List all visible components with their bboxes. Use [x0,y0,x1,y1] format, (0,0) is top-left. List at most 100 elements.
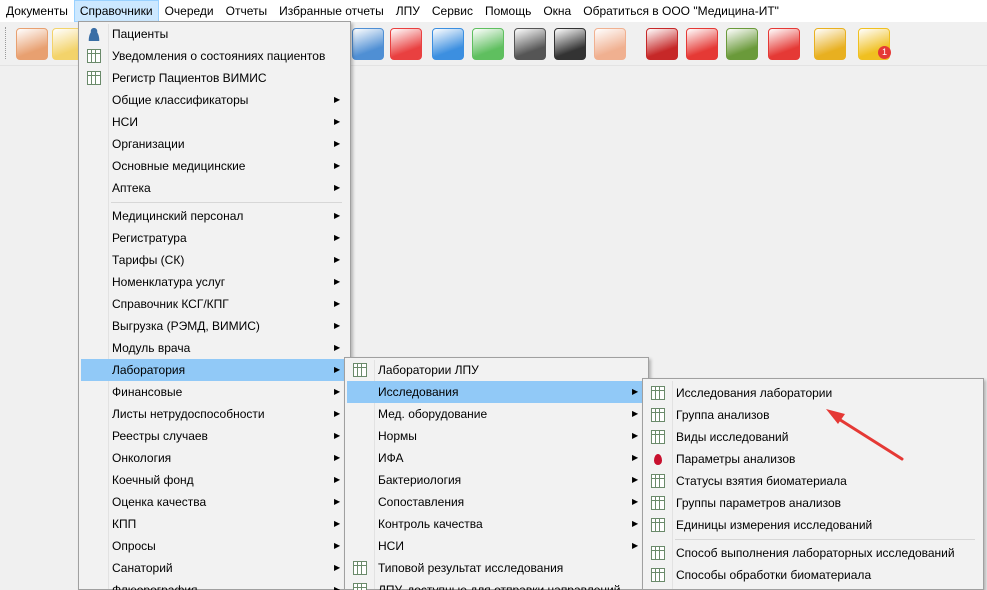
menu-item-кпп[interactable]: КПП ▶ [81,513,348,535]
menu-item-единицы-измерения-исследований[interactable]: Единицы измерения исследований [645,514,981,536]
menu-item-контроль-качества[interactable]: Контроль качества ▶ [347,513,646,535]
barcode-icon[interactable] [514,28,546,60]
menu-item-типовой-результат-исследования[interactable]: Типовой результат исследования [347,557,646,579]
menu-item-опросы[interactable]: Опросы ▶ [81,535,348,557]
menu-item-регистратура[interactable]: Регистратура ▶ [81,227,348,249]
menu-item-label: Способ выполнения лабораторных исследова… [676,546,955,560]
grid-icon [353,363,367,377]
menu-item-label: Способы обработки биоматериала [676,568,872,582]
chat-notification-icon[interactable]: 1 [858,28,891,60]
menu-item-онкология[interactable]: Онкология ▶ [81,447,348,469]
menu-item-лаборатория[interactable]: Лаборатория ▶ [81,359,348,381]
menu-item-label: Регистратура [112,231,187,245]
menubar-item-4[interactable]: Избранные отчеты [273,0,390,22]
menubar-item-9[interactable]: Обратиться в ООО "Медицина-ИТ" [577,0,785,22]
menubar-item-0[interactable]: Документы [0,0,74,22]
menubar-item-7[interactable]: Помощь [479,0,537,22]
menu-item-аптека[interactable]: Аптека ▶ [81,177,348,199]
menu-item-листы-нетрудоспособности[interactable]: Листы нетрудоспособности ▶ [81,403,348,425]
menu-item-уведомления-о-состояниях-пациентов[interactable]: Уведомления о состояниях пациентов [81,45,348,67]
menu-item-исследования-лаборатории[interactable]: Исследования лаборатории [645,382,981,404]
menu-item-нси[interactable]: НСИ ▶ [81,111,348,133]
menu-item-сопоставления[interactable]: Сопоставления ▶ [347,491,646,513]
doctor-icon[interactable] [16,28,48,60]
submenu-arrow-icon: ▶ [632,497,639,506]
grid-icon [353,561,367,575]
pills-icon[interactable] [472,28,504,60]
menu-item-лаборатории-лпу[interactable]: Лаборатории ЛПУ [347,359,646,381]
submenu-arrow-icon: ▶ [334,563,341,572]
submenu-arrow-icon: ▶ [632,519,639,528]
toolbar-grip[interactable] [5,27,8,59]
submenu-arrow-icon: ▶ [632,431,639,440]
menu-item-санаторий[interactable]: Санаторий ▶ [81,557,348,579]
apps-grid-icon[interactable] [768,28,800,60]
menubar-item-3[interactable]: Отчеты [220,0,273,22]
menu-item-label: Исследования лаборатории [676,386,833,400]
menu-item-реестры-случаев[interactable]: Реестры случаев ▶ [81,425,348,447]
lock-icon[interactable] [814,28,846,60]
submenu-arrow-icon: ▶ [334,519,341,528]
menu-item-нормы[interactable]: Нормы ▶ [347,425,646,447]
menubar-item-2[interactable]: Очереди [159,0,220,22]
menubar-item-1[interactable]: Справочники [73,0,159,22]
menu-item-флюорография[interactable]: Флюорография ▶ [81,579,348,590]
menu-item-финансовые[interactable]: Финансовые ▶ [81,381,348,403]
menu-item-организации[interactable]: Организации ▶ [81,133,348,155]
menu-item-регистр-пациентов-вимис[interactable]: Регистр Пациентов ВИМИС [81,67,348,89]
table-icon [87,71,101,85]
menu-item-лпу-доступные-для-отправки-направлений[interactable]: ЛПУ, доступные для отправки направлений [347,579,646,590]
grid-icon [651,474,665,488]
menu-item-статусы-взятия-биоматериала[interactable]: Статусы взятия биоматериала [645,470,981,492]
submenu-arrow-icon: ▶ [632,453,639,462]
submenu-arrow-icon: ▶ [632,409,639,418]
menu-item-номенклатура-услуг[interactable]: Номенклатура услуг ▶ [81,271,348,293]
first-aid-kit-icon[interactable] [390,28,422,60]
medicine-bottles-icon[interactable] [352,28,384,60]
grid-icon [651,408,665,422]
menu-item-label: ИФА [378,451,404,465]
menubar-item-8[interactable]: Окна [537,0,577,22]
menu-item-основные-медицинские[interactable]: Основные медицинские ▶ [81,155,348,177]
scanner-icon[interactable] [554,28,586,60]
colored-cubes-icon[interactable] [432,28,464,60]
menu-item-label: Лаборатория [112,363,186,377]
menu-item-способ-выполнения-лабораторных-исследований[interactable]: Способ выполнения лабораторных исследова… [645,542,981,564]
submenu-arrow-icon: ▶ [334,139,341,148]
menu-item-группы-параметров-анализов[interactable]: Группы параметров анализов [645,492,981,514]
calendar-icon[interactable] [686,28,718,60]
submenu-arrow-icon: ▶ [334,255,341,264]
menubar-item-6[interactable]: Сервис [426,0,479,22]
nurse-icon[interactable] [594,28,626,60]
submenu-arrow-icon: ▶ [632,387,639,396]
menu-item-медицинский-персонал[interactable]: Медицинский персонал ▶ [81,205,348,227]
menu-item-тарифы-ск[interactable]: Тарифы (СК) ▶ [81,249,348,271]
submenu-arrow-icon: ▶ [334,365,341,374]
red-book-icon[interactable] [646,28,678,60]
notification-badge: 1 [878,46,891,59]
menu-item-label: Пациенты [112,27,169,41]
menu-item-справочник-ксг-кпг[interactable]: Справочник КСГ/КПГ ▶ [81,293,348,315]
submenu-arrow-icon: ▶ [334,233,341,242]
menu-item-исследования[interactable]: Исследования ▶ [347,381,646,403]
menu-item-label: Аптека [112,181,151,195]
menu-separator [675,539,975,540]
menu-item-коечный-фонд[interactable]: Коечный фонд ▶ [81,469,348,491]
menu-item-мед-оборудование[interactable]: Мед. оборудование ▶ [347,403,646,425]
menubar-item-5[interactable]: ЛПУ [390,0,426,22]
menu-item-нси[interactable]: НСИ ▶ [347,535,646,557]
menu-item-выгрузка-рэмд-вимис[interactable]: Выгрузка (РЭМД, ВИМИС) ▶ [81,315,348,337]
menu-item-виды-исследований[interactable]: Виды исследований [645,426,981,448]
menu-item-модуль-врача[interactable]: Модуль врача ▶ [81,337,348,359]
menu-item-группа-анализов[interactable]: Группа анализов [645,404,981,426]
menu-item-параметры-анализов[interactable]: Параметры анализов [645,448,981,470]
menu-item-общие-классификаторы[interactable]: Общие классификаторы ▶ [81,89,348,111]
menu-item-ифа[interactable]: ИФА ▶ [347,447,646,469]
menu-item-пациенты[interactable]: Пациенты [81,23,348,45]
menu-item-бактериология[interactable]: Бактериология ▶ [347,469,646,491]
menu-item-label: Санаторий [112,561,173,575]
menu-item-оценка-качества[interactable]: Оценка качества ▶ [81,491,348,513]
menu-item-способы-обработки-биоматериала[interactable]: Способы обработки биоматериала [645,564,981,586]
schedule-board-icon[interactable] [726,28,758,60]
menu-item-label: Группы параметров анализов [676,496,842,510]
